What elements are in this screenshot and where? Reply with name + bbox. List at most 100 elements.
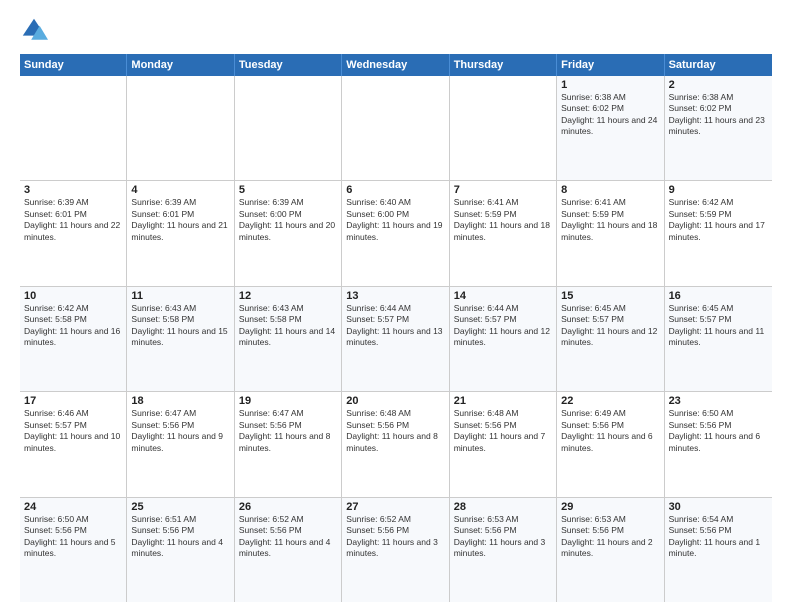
cell-info: Sunrise: 6:41 AM Sunset: 5:59 PM Dayligh… xyxy=(561,197,659,243)
day-number: 2 xyxy=(669,79,768,91)
calendar-cell: 4Sunrise: 6:39 AM Sunset: 6:01 PM Daylig… xyxy=(127,181,234,285)
day-number: 26 xyxy=(239,501,337,513)
cell-info: Sunrise: 6:47 AM Sunset: 5:56 PM Dayligh… xyxy=(239,408,337,454)
calendar-body: 1 Sunrise: 6:38 AM Sunset: 6:02 PM Daylig… xyxy=(20,76,772,602)
day-number: 6 xyxy=(346,184,444,196)
page: SundayMondayTuesdayWednesdayThursdayFrid… xyxy=(0,0,792,612)
header-day-thursday: Thursday xyxy=(450,54,557,76)
calendar-cell: 11Sunrise: 6:43 AM Sunset: 5:58 PM Dayli… xyxy=(127,287,234,391)
calendar-header: SundayMondayTuesdayWednesdayThursdayFrid… xyxy=(20,54,772,76)
cell-info: Sunrise: 6:39 AM Sunset: 6:01 PM Dayligh… xyxy=(131,197,229,243)
calendar-cell: 14Sunrise: 6:44 AM Sunset: 5:57 PM Dayli… xyxy=(450,287,557,391)
cell-info: Sunrise: 6:42 AM Sunset: 5:58 PM Dayligh… xyxy=(24,303,122,349)
calendar-cell: 26Sunrise: 6:52 AM Sunset: 5:56 PM Dayli… xyxy=(235,498,342,602)
header-day-tuesday: Tuesday xyxy=(235,54,342,76)
calendar-cell: 27Sunrise: 6:52 AM Sunset: 5:56 PM Dayli… xyxy=(342,498,449,602)
calendar-cell: 15Sunrise: 6:45 AM Sunset: 5:57 PM Dayli… xyxy=(557,287,664,391)
logo xyxy=(20,16,52,44)
cell-info: Sunrise: 6:46 AM Sunset: 5:57 PM Dayligh… xyxy=(24,408,122,454)
day-number: 5 xyxy=(239,184,337,196)
calendar-cell: 23Sunrise: 6:50 AM Sunset: 5:56 PM Dayli… xyxy=(665,392,772,496)
calendar-cell: 16Sunrise: 6:45 AM Sunset: 5:57 PM Dayli… xyxy=(665,287,772,391)
cell-info: Sunrise: 6:43 AM Sunset: 5:58 PM Dayligh… xyxy=(239,303,337,349)
calendar-row-3: 10Sunrise: 6:42 AM Sunset: 5:58 PM Dayli… xyxy=(20,287,772,392)
day-number: 27 xyxy=(346,501,444,513)
calendar-cell xyxy=(20,76,127,180)
calendar: SundayMondayTuesdayWednesdayThursdayFrid… xyxy=(20,54,772,602)
calendar-cell: 6Sunrise: 6:40 AM Sunset: 6:00 PM Daylig… xyxy=(342,181,449,285)
header-day-saturday: Saturday xyxy=(665,54,772,76)
calendar-cell: 29Sunrise: 6:53 AM Sunset: 5:56 PM Dayli… xyxy=(557,498,664,602)
cell-info: Sunrise: 6:45 AM Sunset: 5:57 PM Dayligh… xyxy=(561,303,659,349)
day-number: 24 xyxy=(24,501,122,513)
day-number: 18 xyxy=(131,395,229,407)
calendar-row-4: 17Sunrise: 6:46 AM Sunset: 5:57 PM Dayli… xyxy=(20,392,772,497)
calendar-cell: 7Sunrise: 6:41 AM Sunset: 5:59 PM Daylig… xyxy=(450,181,557,285)
day-number: 10 xyxy=(24,290,122,302)
cell-info: Sunrise: 6:53 AM Sunset: 5:56 PM Dayligh… xyxy=(454,514,552,560)
day-number: 11 xyxy=(131,290,229,302)
cell-info: Sunrise: 6:48 AM Sunset: 5:56 PM Dayligh… xyxy=(346,408,444,454)
cell-info: Sunrise: 6:39 AM Sunset: 6:00 PM Dayligh… xyxy=(239,197,337,243)
day-number: 23 xyxy=(669,395,768,407)
day-number: 22 xyxy=(561,395,659,407)
calendar-cell: 30Sunrise: 6:54 AM Sunset: 5:56 PM Dayli… xyxy=(665,498,772,602)
day-number: 4 xyxy=(131,184,229,196)
calendar-cell xyxy=(342,76,449,180)
cell-info: Sunrise: 6:45 AM Sunset: 5:57 PM Dayligh… xyxy=(669,303,768,349)
day-number: 8 xyxy=(561,184,659,196)
cell-info: Sunrise: 6:53 AM Sunset: 5:56 PM Dayligh… xyxy=(561,514,659,560)
cell-info: Sunrise: 6:41 AM Sunset: 5:59 PM Dayligh… xyxy=(454,197,552,243)
day-number: 19 xyxy=(239,395,337,407)
cell-info: Sunrise: 6:52 AM Sunset: 5:56 PM Dayligh… xyxy=(346,514,444,560)
calendar-cell xyxy=(235,76,342,180)
cell-info: Sunrise: 6:52 AM Sunset: 5:56 PM Dayligh… xyxy=(239,514,337,560)
cell-info: Sunrise: 6:40 AM Sunset: 6:00 PM Dayligh… xyxy=(346,197,444,243)
logo-icon xyxy=(20,16,48,44)
calendar-cell: 2Sunrise: 6:38 AM Sunset: 6:02 PM Daylig… xyxy=(665,76,772,180)
calendar-cell: 8Sunrise: 6:41 AM Sunset: 5:59 PM Daylig… xyxy=(557,181,664,285)
header-day-friday: Friday xyxy=(557,54,664,76)
cell-info: Sunrise: 6:47 AM Sunset: 5:56 PM Dayligh… xyxy=(131,408,229,454)
day-number: 14 xyxy=(454,290,552,302)
day-number: 20 xyxy=(346,395,444,407)
calendar-cell: 12Sunrise: 6:43 AM Sunset: 5:58 PM Dayli… xyxy=(235,287,342,391)
day-number: 21 xyxy=(454,395,552,407)
calendar-row-2: 3Sunrise: 6:39 AM Sunset: 6:01 PM Daylig… xyxy=(20,181,772,286)
calendar-cell: 25Sunrise: 6:51 AM Sunset: 5:56 PM Dayli… xyxy=(127,498,234,602)
cell-info: Sunrise: 6:49 AM Sunset: 5:56 PM Dayligh… xyxy=(561,408,659,454)
calendar-cell: 5Sunrise: 6:39 AM Sunset: 6:00 PM Daylig… xyxy=(235,181,342,285)
cell-info: Sunrise: 6:48 AM Sunset: 5:56 PM Dayligh… xyxy=(454,408,552,454)
cell-info: Sunrise: 6:54 AM Sunset: 5:56 PM Dayligh… xyxy=(669,514,768,560)
header-day-wednesday: Wednesday xyxy=(342,54,449,76)
calendar-row-1: 1 Sunrise: 6:38 AM Sunset: 6:02 PM Daylig… xyxy=(20,76,772,181)
calendar-cell: 17Sunrise: 6:46 AM Sunset: 5:57 PM Dayli… xyxy=(20,392,127,496)
calendar-cell: 10Sunrise: 6:42 AM Sunset: 5:58 PM Dayli… xyxy=(20,287,127,391)
day-number: 28 xyxy=(454,501,552,513)
cell-info: Sunrise: 6:42 AM Sunset: 5:59 PM Dayligh… xyxy=(669,197,768,243)
day-number: 30 xyxy=(669,501,768,513)
calendar-cell: 21Sunrise: 6:48 AM Sunset: 5:56 PM Dayli… xyxy=(450,392,557,496)
calendar-cell: 24Sunrise: 6:50 AM Sunset: 5:56 PM Dayli… xyxy=(20,498,127,602)
day-number: 9 xyxy=(669,184,768,196)
cell-info: Sunrise: 6:50 AM Sunset: 5:56 PM Dayligh… xyxy=(24,514,122,560)
cell-info: Sunrise: 6:38 AM Sunset: 6:02 PM Dayligh… xyxy=(669,92,768,138)
day-number: 12 xyxy=(239,290,337,302)
calendar-cell: 28Sunrise: 6:53 AM Sunset: 5:56 PM Dayli… xyxy=(450,498,557,602)
day-number: 13 xyxy=(346,290,444,302)
day-number: 25 xyxy=(131,501,229,513)
header-day-monday: Monday xyxy=(127,54,234,76)
calendar-cell: 13Sunrise: 6:44 AM Sunset: 5:57 PM Dayli… xyxy=(342,287,449,391)
day-number: 1 xyxy=(561,79,659,91)
calendar-cell: 22Sunrise: 6:49 AM Sunset: 5:56 PM Dayli… xyxy=(557,392,664,496)
calendar-cell: 20Sunrise: 6:48 AM Sunset: 5:56 PM Dayli… xyxy=(342,392,449,496)
cell-info: Sunrise: 6:39 AM Sunset: 6:01 PM Dayligh… xyxy=(24,197,122,243)
calendar-cell: 1Sunrise: 6:38 AM Sunset: 6:02 PM Daylig… xyxy=(557,76,664,180)
cell-info: Sunrise: 6:44 AM Sunset: 5:57 PM Dayligh… xyxy=(346,303,444,349)
day-number: 3 xyxy=(24,184,122,196)
cell-info: Sunrise: 6:51 AM Sunset: 5:56 PM Dayligh… xyxy=(131,514,229,560)
day-number: 16 xyxy=(669,290,768,302)
day-number: 17 xyxy=(24,395,122,407)
header xyxy=(20,16,772,44)
header-day-sunday: Sunday xyxy=(20,54,127,76)
